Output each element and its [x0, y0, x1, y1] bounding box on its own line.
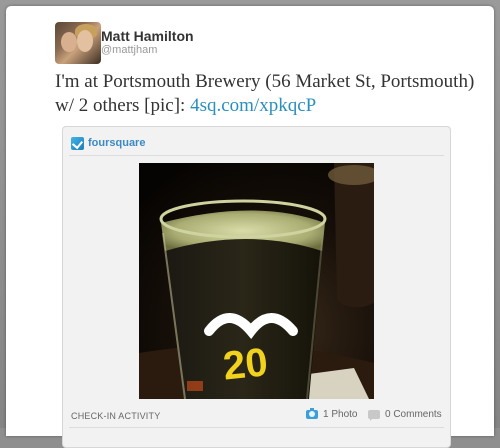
check-in-activity-label: CHECK-IN ACTIVITY	[71, 411, 161, 421]
beer-photo[interactable]: 20	[139, 163, 374, 399]
comment-count-text: 0 Comments	[385, 409, 442, 420]
photo-count-link[interactable]: 1 Photo	[306, 408, 358, 420]
comment-bubble-icon	[368, 410, 380, 421]
camera-icon	[306, 408, 318, 419]
author-avatar[interactable]	[55, 22, 101, 64]
photo-count-text: 1 Photo	[323, 409, 358, 420]
tweet-link[interactable]: 4sq.com/xpkqcP	[190, 95, 316, 116]
media-source[interactable]: foursquare	[71, 135, 145, 151]
foursquare-check-icon	[71, 136, 84, 150]
tweet-card: Matt Hamilton @mattjham I'm at Portsmout…	[6, 6, 494, 448]
author-handle[interactable]: @mattjham	[101, 44, 157, 56]
media-divider	[69, 155, 444, 156]
glass-logo-text: 20	[221, 340, 270, 388]
media-source-label: foursquare	[88, 137, 146, 149]
comment-count-link[interactable]: 0 Comments	[368, 409, 442, 421]
media-box: foursquare 20 CHECK-IN ACTIVITY 1 Photo …	[62, 126, 451, 448]
author-name[interactable]: Matt Hamilton	[101, 28, 194, 44]
tweet-text: I'm at Portsmouth Brewery (56 Market St,…	[55, 70, 475, 118]
